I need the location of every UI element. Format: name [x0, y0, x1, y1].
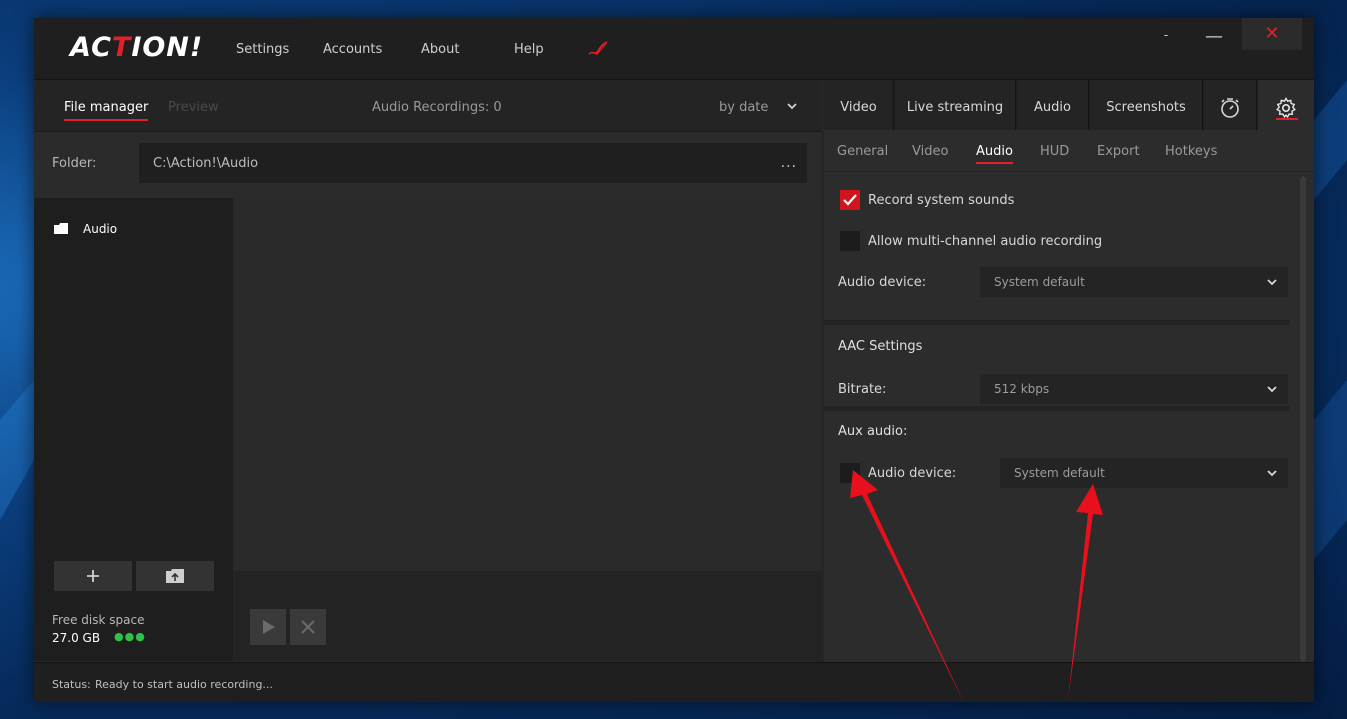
- menu-about[interactable]: About: [421, 42, 459, 57]
- browse-folder-button[interactable]: ...: [781, 155, 797, 171]
- tab-screenshots[interactable]: Screenshots: [1090, 80, 1203, 130]
- tab-settings[interactable]: [1258, 80, 1314, 130]
- gear-icon: [1276, 97, 1296, 119]
- subtab-hotkeys[interactable]: Hotkeys: [1165, 144, 1217, 159]
- folder-label: Folder:: [52, 156, 97, 171]
- status-text: Ready to start audio recording...: [95, 678, 273, 691]
- aux-audio-title: Aux audio:: [838, 424, 908, 439]
- tab-live-streaming[interactable]: Live streaming: [895, 80, 1016, 130]
- multi-channel-checkbox[interactable]: [840, 231, 860, 251]
- active-tab-indicator: [1276, 118, 1298, 120]
- tab-timer[interactable]: [1204, 80, 1257, 130]
- subtab-hud[interactable]: HUD: [1040, 144, 1069, 159]
- signature-icon[interactable]: [587, 40, 609, 58]
- left-tabs: File manager Preview Audio Recordings: 0…: [34, 80, 821, 132]
- add-folder-button[interactable]: [54, 561, 132, 591]
- free-disk-value: 27.0 GB: [52, 631, 101, 645]
- chevron-down-icon[interactable]: [786, 100, 798, 112]
- audio-recording-section: Record system sounds Allow multi-channel…: [824, 173, 1290, 315]
- tab-preview[interactable]: Preview: [168, 100, 219, 115]
- menu-settings[interactable]: Settings: [236, 42, 289, 57]
- aac-settings-title: AAC Settings: [838, 339, 923, 354]
- tab-audio[interactable]: Audio: [1017, 80, 1089, 130]
- aac-settings-section: AAC Settings Bitrate: 512 kbps: [824, 320, 1290, 406]
- multi-channel-label: Allow multi-channel audio recording: [868, 234, 1103, 249]
- aux-audio-checkbox[interactable]: [840, 463, 860, 483]
- record-system-sounds-checkbox[interactable]: [840, 190, 860, 210]
- menu-help[interactable]: Help: [514, 42, 544, 57]
- app-window: ACTION! Settings Accounts About Help - —…: [34, 18, 1314, 702]
- subtab-video[interactable]: Video: [912, 144, 948, 159]
- delete-button[interactable]: [290, 609, 326, 645]
- subtab-audio[interactable]: Audio: [976, 144, 1013, 164]
- settings-panel: Video Live streaming Audio Screenshots G…: [824, 80, 1314, 662]
- close-button[interactable]: ✕: [1242, 18, 1302, 50]
- play-icon: [263, 620, 275, 634]
- status-bar: Status: Ready to start audio recording..…: [34, 662, 1314, 702]
- folder-path-field[interactable]: C:\Action!\Audio ...: [139, 143, 807, 183]
- aux-audio-device-label: Audio device:: [868, 466, 957, 481]
- sort-dropdown[interactable]: by date: [719, 100, 768, 115]
- audio-device-value: System default: [994, 275, 1085, 289]
- folder-icon: [54, 223, 68, 234]
- player-controls: [234, 571, 821, 661]
- chevron-down-icon: [1267, 279, 1277, 286]
- recordings-count: Audio Recordings: 0: [372, 100, 502, 115]
- aux-audio-section: Aux audio: Audio device: System default: [824, 406, 1290, 662]
- bitrate-value: 512 kbps: [994, 382, 1050, 396]
- timer-icon: [1221, 98, 1239, 118]
- record-system-sounds-label: Record system sounds: [868, 193, 1015, 208]
- upload-folder-button[interactable]: [136, 561, 214, 591]
- file-list-area[interactable]: [234, 198, 821, 571]
- file-manager-panel: File manager Preview Audio Recordings: 0…: [34, 80, 821, 662]
- top-menu-bar: ACTION! Settings Accounts About Help - —…: [34, 18, 1314, 80]
- play-button[interactable]: [250, 609, 286, 645]
- subtab-export[interactable]: Export: [1097, 144, 1140, 159]
- tab-video[interactable]: Video: [824, 80, 894, 130]
- plus-icon: [87, 570, 99, 582]
- chevron-down-icon: [1267, 386, 1277, 393]
- bitrate-dropdown[interactable]: 512 kbps: [980, 374, 1288, 404]
- menu-accounts[interactable]: Accounts: [323, 42, 382, 57]
- app-logo: ACTION!: [70, 32, 204, 63]
- bitrate-label: Bitrate:: [838, 382, 887, 397]
- collapse-button[interactable]: -: [1146, 28, 1186, 60]
- aux-audio-device-dropdown[interactable]: System default: [1000, 458, 1288, 488]
- chevron-down-icon: [1267, 470, 1277, 477]
- free-disk-label: Free disk space: [52, 613, 145, 627]
- status-label: Status:: [52, 678, 91, 691]
- scrollbar-thumb[interactable]: [1300, 176, 1306, 662]
- audio-device-dropdown[interactable]: System default: [980, 267, 1288, 297]
- folder-upload-icon: [166, 569, 184, 583]
- audio-device-label: Audio device:: [838, 275, 927, 290]
- folder-tree: Audio Free disk space 27.0 GB ●●●: [34, 198, 233, 661]
- main-tabs: Video Live streaming Audio Screenshots: [824, 80, 1314, 130]
- disk-indicator: ●●●: [114, 630, 146, 643]
- folder-row: Folder: C:\Action!\Audio ...: [34, 132, 821, 198]
- close-icon: [301, 620, 315, 634]
- settings-subtabs: General Video Audio HUD Export Hotkeys: [824, 130, 1314, 172]
- minimize-button[interactable]: —: [1194, 26, 1234, 58]
- settings-scrollbar[interactable]: [1300, 176, 1306, 662]
- tree-item-label: Audio: [83, 222, 118, 236]
- tab-file-manager[interactable]: File manager: [64, 100, 149, 121]
- subtab-general[interactable]: General: [837, 144, 888, 159]
- folder-path-text: C:\Action!\Audio: [153, 156, 259, 171]
- aux-audio-device-value: System default: [1014, 466, 1105, 480]
- checkmark-icon: [843, 194, 857, 206]
